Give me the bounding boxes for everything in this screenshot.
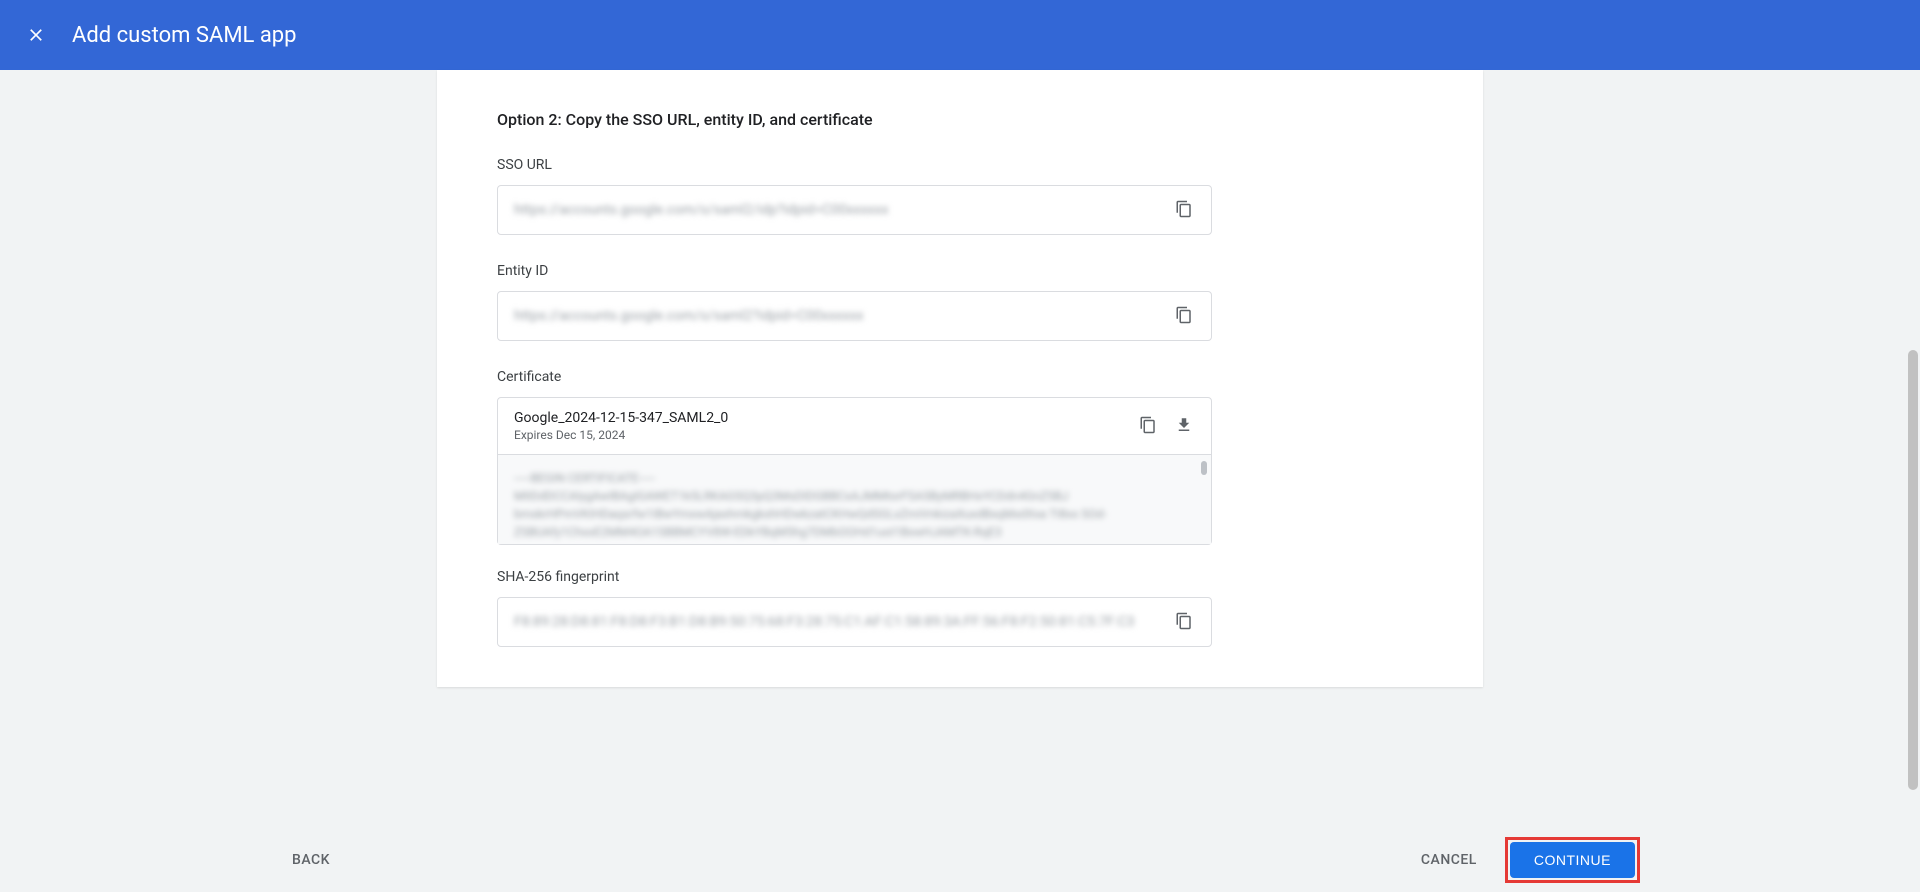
certificate-content: -----BEGIN CERTIFICATE----- MIIDdDCCAlyg… — [514, 469, 1195, 541]
certificate-actions — [1127, 416, 1195, 436]
cancel-button[interactable]: CANCEL — [1409, 844, 1489, 876]
copy-icon[interactable] — [1175, 306, 1195, 326]
page-scrollbar-thumb[interactable] — [1908, 350, 1918, 790]
sso-url-label: SSO URL — [497, 157, 1423, 173]
certificate-expires: Expires Dec 15, 2024 — [514, 428, 1127, 442]
option-title: Option 2: Copy the SSO URL, entity ID, a… — [497, 110, 1423, 129]
certificate-info: Google_2024-12-15-347_SAML2_0 Expires De… — [514, 410, 1127, 442]
header: Add custom SAML app — [0, 0, 1920, 70]
footer-right-actions: CANCEL CONTINUE — [1409, 837, 1640, 883]
continue-highlight: CONTINUE — [1505, 837, 1640, 883]
entity-id-label: Entity ID — [497, 263, 1423, 279]
page-scrollbar-track — [1904, 70, 1920, 892]
certificate-container: Google_2024-12-15-347_SAML2_0 Expires De… — [497, 397, 1212, 545]
fingerprint-value: F8:89:28:D8:81:F8:D8:F3:B1:D8:B9:50:75:6… — [514, 614, 1163, 630]
sso-url-value: https://accounts.google.com/o/saml2/idp?… — [514, 202, 1163, 218]
download-icon[interactable] — [1175, 416, 1195, 436]
fingerprint-label: SHA-256 fingerprint — [497, 569, 1423, 585]
continue-button[interactable]: CONTINUE — [1510, 842, 1635, 878]
certificate-label: Certificate — [497, 369, 1423, 385]
certificate-name: Google_2024-12-15-347_SAML2_0 — [514, 410, 1127, 426]
back-button[interactable]: BACK — [280, 844, 342, 876]
copy-icon[interactable] — [1139, 416, 1159, 436]
close-icon[interactable] — [24, 23, 48, 47]
sso-url-field: https://accounts.google.com/o/saml2/idp?… — [497, 185, 1212, 235]
scrollbar-thumb[interactable] — [1201, 461, 1207, 475]
page-title: Add custom SAML app — [72, 23, 297, 48]
copy-icon[interactable] — [1175, 612, 1195, 632]
fingerprint-field: F8:89:28:D8:81:F8:D8:F3:B1:D8:B9:50:75:6… — [497, 597, 1212, 647]
entity-id-value: https://accounts.google.com/o/saml2?idpi… — [514, 308, 1163, 324]
entity-id-field: https://accounts.google.com/o/saml2?idpi… — [497, 291, 1212, 341]
certificate-body: -----BEGIN CERTIFICATE----- MIIDdDCCAlyg… — [498, 454, 1211, 544]
footer: BACK CANCEL CONTINUE — [0, 828, 1920, 892]
copy-icon[interactable] — [1175, 200, 1195, 220]
certificate-header: Google_2024-12-15-347_SAML2_0 Expires De… — [498, 398, 1211, 454]
main-panel: Option 2: Copy the SSO URL, entity ID, a… — [437, 70, 1483, 687]
